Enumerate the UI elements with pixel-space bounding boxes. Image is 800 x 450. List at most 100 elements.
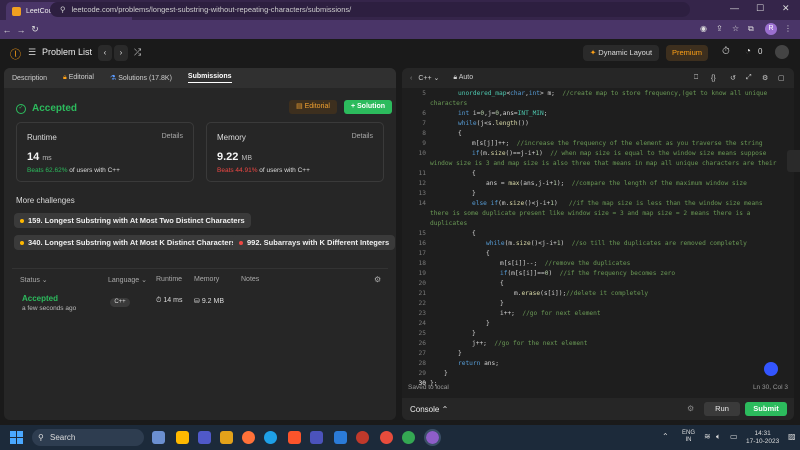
taskbar-search[interactable]: ⚲ Search <box>32 429 144 446</box>
code-line[interactable]: m[s[i]]--; //remove the duplicates <box>500 260 630 267</box>
extensions-puzzle-icon[interactable]: ⧉ <box>748 24 754 34</box>
tab-description[interactable]: Description <box>12 75 47 82</box>
tab-submissions[interactable]: Submissions <box>187 73 232 83</box>
console-toggle[interactable]: Console ⌃ <box>410 405 448 414</box>
bookmark-icon[interactable]: ⎕ <box>694 74 698 82</box>
windows-start-icon[interactable] <box>10 431 23 444</box>
premium-button[interactable]: Premium <box>666 45 708 61</box>
reload-icon[interactable]: ↻ <box>28 24 42 35</box>
runtime-details-link[interactable]: Details <box>162 133 183 140</box>
close-window-icon[interactable]: ✕ <box>782 3 790 14</box>
timer-icon[interactable]: ⏱ <box>722 46 730 57</box>
code-line[interactable]: characters <box>430 100 467 107</box>
auto-mode[interactable]: 🔒︎ Auto <box>453 74 473 82</box>
streak-icon[interactable]: ◔ <box>745 46 751 57</box>
code-editor[interactable]: 5 unordered_map<char,int> m; //create map… <box>402 88 794 387</box>
code-line[interactable]: while(m.size()<j-i+1) //so till the dupl… <box>486 240 747 247</box>
user-avatar[interactable] <box>775 45 789 59</box>
extension-icon[interactable]: ◉ <box>700 24 707 33</box>
code-line[interactable]: { <box>472 230 476 237</box>
code-line[interactable]: window size is 3 and map size is also th… <box>430 160 776 167</box>
code-line[interactable]: } <box>458 350 462 357</box>
back-icon[interactable]: ← <box>0 25 14 35</box>
code-line[interactable]: { <box>458 130 462 137</box>
clock[interactable]: 14:31 17-10-2023 <box>746 430 779 445</box>
media-player-icon[interactable] <box>356 431 369 444</box>
code-line[interactable]: } <box>472 330 476 337</box>
teams-chat-icon[interactable] <box>310 431 323 444</box>
challenge-item[interactable]: 340. Longest Substring with At Most K Di… <box>14 235 242 250</box>
memory-card[interactable]: Memory Details 9.22 MB Beats 44.91% of u… <box>206 122 384 182</box>
code-line[interactable]: if(m.size()==j-i+1) // when map size is … <box>472 150 766 157</box>
runtime-card[interactable]: Runtime Details 14 ms Beats 62.62% of us… <box>16 122 194 182</box>
code-line[interactable]: j++; //go for the next element <box>472 340 588 347</box>
file-explorer-icon[interactable] <box>176 431 189 444</box>
maximize-icon[interactable]: ☐ <box>756 3 764 14</box>
code-line[interactable]: m[s[j]]++; //increase the frequency of t… <box>472 140 763 147</box>
site-info-icon[interactable]: ⚲ <box>60 5 66 14</box>
share-icon[interactable]: ⇪ <box>716 24 723 33</box>
code-line[interactable]: { <box>472 170 476 177</box>
tray-chevron-icon[interactable]: ⌃ <box>662 432 669 441</box>
challenge-item[interactable]: 992. Subarrays with K Different Integers <box>233 235 396 250</box>
code-line[interactable]: unordered_map<char,int> m; //create map … <box>458 90 767 97</box>
code-line[interactable]: i++; //go for next element <box>500 310 601 317</box>
folder-icon[interactable] <box>220 431 233 444</box>
notifications-icon[interactable]: ▨ <box>788 432 796 441</box>
code-line[interactable]: m.erase(s[i]);//delete it completely <box>514 290 648 297</box>
leetcode-logo-icon[interactable]: ⓛ <box>10 46 21 62</box>
language-indicator[interactable]: ENG IN <box>682 430 695 444</box>
add-solution-button[interactable]: + Solution <box>344 100 392 114</box>
next-problem-button[interactable]: › <box>114 45 128 61</box>
code-line[interactable]: int i=0,j=0,ans=INT_MIN; <box>458 110 547 117</box>
col-language[interactable]: Language ⌄ <box>108 276 147 284</box>
forward-icon[interactable]: → <box>14 25 28 35</box>
tab-editorial[interactable]: 🔒︎ Editorial <box>63 74 94 82</box>
settings-gear-icon[interactable]: ⚙ <box>374 275 381 284</box>
reset-icon[interactable]: ↺ <box>730 74 736 82</box>
memory-details-link[interactable]: Details <box>352 133 373 140</box>
brave-icon[interactable] <box>288 431 301 444</box>
code-line[interactable]: } <box>486 320 490 327</box>
debug-icon[interactable]: ⚙ <box>687 404 694 413</box>
chrome-icon[interactable] <box>402 431 415 444</box>
code-line[interactable]: } <box>444 370 448 377</box>
wifi-icon[interactable]: ≋ <box>704 432 711 441</box>
address-bar[interactable]: ⚲ leetcode.com/problems/longest-substrin… <box>50 2 690 17</box>
edge-icon[interactable] <box>264 431 277 444</box>
volume-icon[interactable]: 🔈︎ <box>716 432 721 442</box>
shuffle-icon[interactable]: ⤮ <box>134 47 141 58</box>
code-line[interactable]: while(j<s.length()) <box>458 120 529 127</box>
code-line[interactable]: else if(m.size()<j-i+1) //if the map siz… <box>472 200 763 207</box>
code-line[interactable]: duplicates <box>430 220 467 227</box>
chrome-profile-icon[interactable] <box>424 429 441 446</box>
vscode-icon[interactable] <box>334 431 347 444</box>
run-button[interactable]: Run <box>704 402 740 416</box>
minimize-icon[interactable]: — <box>730 3 739 13</box>
braces-icon[interactable]: {} <box>711 75 716 82</box>
language-select[interactable]: C++ ⌄ <box>418 74 439 82</box>
fullscreen-icon[interactable]: ⤢ <box>746 74 752 82</box>
tab-solutions[interactable]: ⚗ Solutions (17.8K) <box>110 74 172 82</box>
bookmark-star-icon[interactable]: ☆ <box>732 24 739 33</box>
dynamic-layout-button[interactable]: ✦ Dynamic Layout <box>583 45 659 61</box>
profile-avatar[interactable]: R <box>765 23 777 35</box>
firefox-icon[interactable] <box>242 431 255 444</box>
submit-button[interactable]: Submit <box>745 402 787 416</box>
submission-status[interactable]: Accepted <box>22 294 58 303</box>
code-line[interactable]: there is some duplicate present like win… <box>430 210 750 217</box>
editorial-button[interactable]: ▤ Editorial <box>289 100 337 114</box>
code-line[interactable]: ans = max(ans,j-i+1); //compare the leng… <box>486 180 747 187</box>
col-status[interactable]: Status ⌄ <box>20 276 48 284</box>
task-view-icon[interactable] <box>152 431 165 444</box>
app-icon[interactable] <box>380 431 393 444</box>
code-line[interactable]: if(m[s[i]]==0) //if the frequency become… <box>500 270 675 277</box>
problem-list-link[interactable]: Problem List <box>42 47 92 57</box>
battery-icon[interactable]: ▭ <box>730 432 738 441</box>
code-line[interactable]: } <box>500 300 504 307</box>
teams-icon[interactable] <box>198 431 211 444</box>
code-line[interactable]: } <box>472 190 476 197</box>
code-line[interactable]: { <box>486 250 490 257</box>
help-bubble-icon[interactable] <box>764 362 778 376</box>
expand-icon[interactable]: ▢ <box>778 74 785 82</box>
